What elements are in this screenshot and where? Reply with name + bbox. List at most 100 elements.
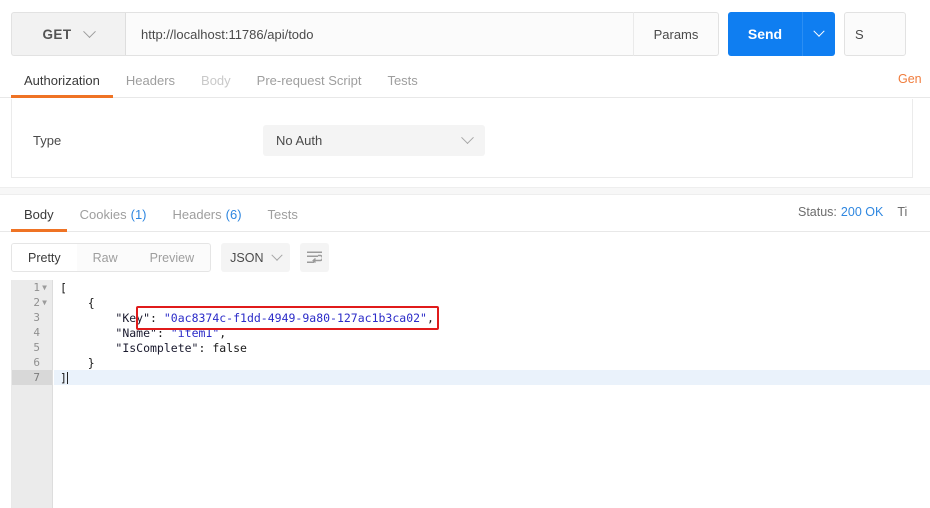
code-token: "item1" [170, 325, 220, 340]
fold-placeholder: ▼ [40, 374, 49, 382]
http-method-label: GET [42, 26, 72, 42]
authorization-panel: Type No Auth [11, 99, 913, 178]
tab-body[interactable]: Body [188, 64, 244, 97]
editor-code-area[interactable]: [ { "Key": "0ac8374c-f1dd-4949-9a80-127a… [54, 280, 930, 508]
view-mode-pretty[interactable]: Pretty [12, 244, 77, 271]
line-number: 5 [33, 341, 40, 354]
gutter-line: 1 ▼ [12, 280, 52, 295]
request-tab-bar: Authorization Headers Body Pre-request S… [0, 64, 930, 98]
code-token: } [60, 355, 95, 370]
response-divider[interactable] [0, 187, 930, 195]
url-input[interactable]: http://localhost:11786/api/todo [126, 12, 633, 56]
send-button-group: Send [728, 12, 835, 56]
tab-label: Headers [125, 73, 176, 88]
fold-placeholder: ▼ [40, 344, 49, 352]
auth-type-label: Type [33, 133, 62, 148]
tab-label: Tests [267, 207, 298, 222]
line-number: 1 [33, 281, 40, 294]
response-format-select[interactable]: JSON [221, 243, 291, 272]
auth-type-row: Type No Auth [12, 125, 912, 156]
view-mode-raw[interactable]: Raw [77, 244, 134, 271]
text-cursor [66, 371, 68, 384]
fold-triangle-icon[interactable]: ▼ [40, 283, 49, 292]
postman-app: GET http://localhost:11786/api/todo Para… [0, 0, 930, 508]
code-line: ] [54, 370, 930, 385]
fold-placeholder: ▼ [40, 329, 49, 337]
params-button[interactable]: Params [633, 12, 719, 56]
http-method-selector[interactable]: GET [11, 12, 126, 56]
code-line: "Key": "0ac8374c-f1dd-4949-9a80-127ac1b3… [54, 310, 930, 325]
tab-label: Pre-request Script [256, 73, 362, 88]
response-tab-headers[interactable]: Headers (6) [160, 198, 255, 231]
gutter-line: 4▼ [12, 325, 52, 340]
url-text: http://localhost:11786/api/todo [141, 26, 314, 42]
gutter-line: 6▼ [12, 355, 52, 370]
code-line: { [54, 295, 930, 310]
line-number: 6 [33, 356, 40, 369]
tab-authorization[interactable]: Authorization [11, 64, 113, 98]
auth-type-select[interactable]: No Auth [263, 125, 485, 156]
tab-label: Cookies [79, 207, 127, 222]
chevron-down-icon [461, 131, 474, 145]
request-url-bar: GET http://localhost:11786/api/todo Para… [11, 12, 906, 56]
word-wrap-button[interactable] [300, 243, 330, 272]
time-label: Ti [897, 205, 908, 219]
response-body-toolbar: Pretty Raw Preview JSON [11, 243, 330, 272]
code-token: : [156, 325, 171, 340]
line-number: 7 [33, 371, 40, 384]
tab-label: Authorization [24, 73, 100, 88]
tab-headers[interactable]: Headers [113, 64, 188, 97]
code-token: , [219, 325, 227, 340]
response-tab-tests[interactable]: Tests [255, 198, 311, 231]
tab-tests[interactable]: Tests [374, 64, 430, 97]
tab-label: Body [201, 73, 231, 88]
fold-triangle-icon[interactable]: ▼ [40, 298, 49, 307]
code-line: } [54, 355, 930, 370]
code-token: "Name" [115, 325, 157, 340]
gutter-line: 7▼ [12, 370, 52, 385]
code-token: "0ac8374c-f1dd-4949-9a80-127ac1b3ca02" [163, 310, 427, 325]
code-line: [ [54, 280, 930, 295]
send-button[interactable]: Send [728, 12, 802, 56]
gutter-line: 3▼ [12, 310, 52, 325]
tab-count: (1) [130, 207, 147, 222]
code-token: : [150, 310, 164, 325]
code-token: "Key" [115, 310, 151, 325]
gutter-line: 2 ▼ [12, 295, 52, 310]
chevron-down-icon [813, 25, 825, 37]
response-tab-bar: Body Cookies (1) Headers (6) Tests [0, 198, 930, 232]
response-tab-cookies[interactable]: Cookies (1) [67, 198, 160, 231]
status-badge: Status: 200 OK [798, 205, 883, 219]
line-number: 3 [33, 311, 40, 324]
code-line: "IsComplete": false [54, 340, 930, 355]
view-mode-group: Pretty Raw Preview [11, 243, 212, 272]
generate-code-link[interactable]: Gen [898, 72, 930, 86]
auth-type-value: No Auth [276, 133, 323, 148]
code-token: ] [60, 370, 67, 385]
code-token: [ [60, 280, 67, 295]
view-mode-preview[interactable]: Preview [134, 244, 210, 271]
editor-gutter: 1▼2▼3▼4▼5▼6▼7▼ [12, 280, 53, 508]
save-button[interactable]: S [844, 12, 906, 56]
line-number: 2 [33, 296, 40, 309]
chevron-down-icon [83, 24, 97, 38]
gutter-line: 5▼ [12, 340, 52, 355]
code-token: : [198, 340, 213, 355]
chevron-down-icon [271, 249, 283, 261]
status-label: Status: [798, 205, 837, 219]
code-token: , [426, 310, 434, 325]
response-format-value: JSON [230, 250, 264, 265]
fold-placeholder: ▼ [40, 359, 49, 367]
send-options-button[interactable] [802, 12, 835, 56]
response-body-editor[interactable]: 1▼2▼3▼4▼5▼6▼7▼ [ { "Key": "0ac8374c-f1dd… [11, 280, 930, 508]
status-value: 200 OK [840, 205, 884, 219]
code-token: "IsComplete" [115, 340, 199, 355]
response-meta: Status: 200 OK Ti [798, 205, 930, 219]
code-token: { [60, 295, 95, 310]
response-tab-body[interactable]: Body [11, 198, 67, 232]
tab-pre-request-script[interactable]: Pre-request Script [244, 64, 375, 97]
tab-label: Tests [387, 73, 418, 88]
